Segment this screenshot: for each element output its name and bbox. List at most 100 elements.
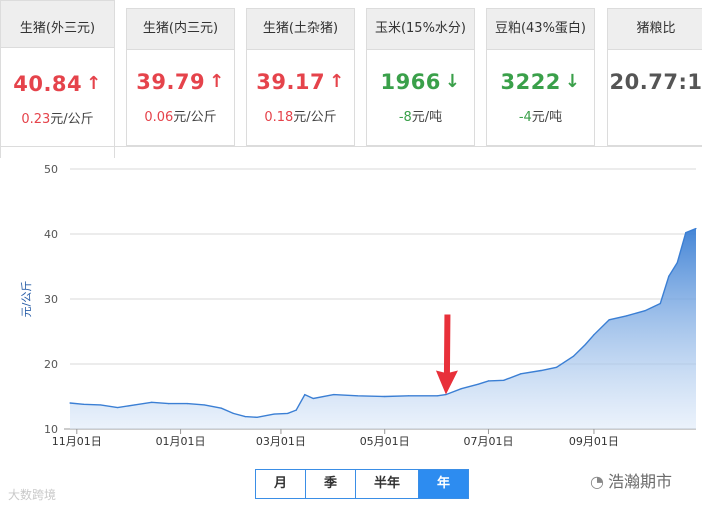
card-change: -8元/吨 — [367, 106, 474, 125]
card-price: 39.17 ↑ — [247, 70, 354, 94]
price-card[interactable]: 生猪(外三元) 40.84 ↑ 0.23元/公斤 — [0, 0, 115, 158]
series-area — [70, 228, 696, 429]
data-point — [477, 383, 479, 385]
data-point — [295, 409, 297, 411]
card-price: 40.84 ↑ — [1, 72, 114, 96]
arrow-down-icon: ↓ — [444, 71, 461, 92]
arrow-down-icon: ↓ — [564, 71, 581, 92]
card-change: 0.18元/公斤 — [247, 106, 354, 125]
data-point — [503, 379, 505, 381]
card-price: 1966 ↓ — [367, 70, 474, 94]
data-point — [460, 388, 462, 390]
data-point — [186, 403, 188, 405]
data-point — [676, 262, 678, 264]
data-point — [244, 416, 246, 418]
data-point — [608, 319, 610, 321]
data-point — [572, 355, 575, 357]
card-title: 豆粕(43%蛋白) — [487, 9, 594, 50]
y-tick-label: 40 — [44, 228, 58, 241]
card-change: 0.06元/公斤 — [127, 106, 234, 125]
range-option[interactable]: 季 — [306, 470, 356, 498]
data-point — [304, 393, 306, 396]
card-change-value: -4 — [518, 110, 532, 125]
price-card[interactable]: 豆粕(43%蛋白) 3222 ↓ -4元/吨 — [486, 8, 595, 146]
card-change: -4元/吨 — [487, 106, 594, 125]
data-point — [668, 275, 670, 277]
card-change: 0.23元/公斤 — [1, 108, 114, 127]
data-point — [273, 413, 275, 415]
data-point — [644, 310, 646, 312]
price-chart: 1020304050元/公斤11月01日 01月01日 03月01日 05月01日 07… — [20, 163, 697, 448]
card-price-value: 3222 — [500, 70, 561, 94]
card-price-value: 40.84 — [13, 72, 83, 96]
range-option[interactable]: 半年 — [356, 470, 419, 498]
card-price: 20.77:1 — [608, 70, 702, 94]
watermark-left-text: 大数跨境 — [8, 488, 57, 502]
data-point — [555, 366, 558, 368]
card-change-unit: 元/吨 — [411, 110, 443, 125]
data-point — [520, 373, 522, 375]
data-point — [69, 402, 71, 404]
data-point — [232, 412, 234, 414]
card-title: 猪粮比 — [608, 9, 702, 50]
card-change-value: 0.23 — [21, 112, 51, 127]
price-cards: 生猪(外三元) 40.84 ↑ 0.23元/公斤 生猪(内三元) 39.79 ↑ 0.06元/… — [0, 0, 702, 158]
y-tick-label: 30 — [44, 293, 58, 306]
x-tick-label: 03月01日 — [256, 435, 306, 448]
card-price-value: 20.77:1 — [609, 70, 702, 94]
chart-area: 10 20 30 40 50 元/公斤 11月01日 01月01日 03月01日 05月01日 07… — [0, 146, 702, 509]
data-point — [117, 406, 119, 409]
watermark-right: ◔ 浩瀚期市 — [590, 468, 672, 492]
arrow-up-icon: ↑ — [329, 71, 345, 92]
data-point — [83, 403, 85, 405]
card-title: 生猪(内三元) — [127, 9, 234, 50]
y-tick-label: 50 — [44, 163, 58, 176]
x-tick-label: 11月01日 — [52, 435, 102, 448]
data-point — [436, 395, 439, 397]
range-selector: 月季半年年 — [255, 469, 469, 499]
price-card[interactable]: 玉米(15%水分) 1966 ↓ -8元/吨 — [366, 8, 475, 146]
card-price-value: 1966 — [380, 70, 441, 94]
price-card[interactable]: 猪粮比 20.77:1 — [607, 8, 702, 146]
x-tick-label: 07月01日 — [463, 435, 513, 448]
data-point — [134, 404, 136, 406]
data-point — [256, 416, 258, 418]
data-point — [487, 380, 490, 382]
data-point — [333, 393, 335, 396]
y-axis-label: 元/公斤 — [20, 281, 33, 318]
x-tick-label: 01月01日 — [156, 435, 206, 448]
range-option[interactable]: 月 — [256, 470, 306, 498]
arrow-up-icon: ↑ — [86, 73, 102, 94]
price-card[interactable]: 生猪(内三元) 39.79 ↑ 0.06元/公斤 — [126, 8, 235, 146]
data-point — [100, 404, 102, 406]
range-option[interactable]: 年 — [419, 470, 468, 498]
card-change-unit: 元/公斤 — [173, 110, 217, 125]
card-price: 3222 ↓ — [487, 70, 594, 94]
card-title: 生猪(土杂猪) — [247, 9, 354, 50]
card-change-value: -8 — [398, 110, 412, 125]
card-change-value: 0.06 — [144, 110, 174, 125]
data-point — [312, 397, 314, 400]
data-point — [151, 401, 153, 403]
data-point — [584, 343, 587, 346]
data-point — [659, 302, 661, 305]
data-point — [287, 412, 289, 414]
data-point — [695, 227, 697, 230]
card-change-unit: 元/公斤 — [50, 112, 94, 127]
data-point — [384, 395, 386, 398]
card-title: 玉米(15%水分) — [367, 9, 474, 50]
x-tick-label: 09月01日 — [569, 435, 619, 448]
data-point — [203, 404, 205, 406]
watermark-left: 大数跨境 — [8, 486, 56, 503]
data-point — [540, 369, 542, 372]
card-price-value: 39.17 — [256, 70, 326, 94]
data-point — [685, 232, 687, 234]
card-change-value: 0.18 — [264, 110, 294, 125]
data-point — [220, 407, 222, 409]
data-point — [407, 395, 410, 397]
data-point — [625, 315, 627, 317]
card-price: 39.79 ↑ — [127, 70, 234, 94]
data-point — [168, 403, 170, 405]
price-card[interactable]: 生猪(土杂猪) 39.17 ↑ 0.18元/公斤 — [246, 8, 355, 146]
card-price-value: 39.79 — [136, 70, 206, 94]
